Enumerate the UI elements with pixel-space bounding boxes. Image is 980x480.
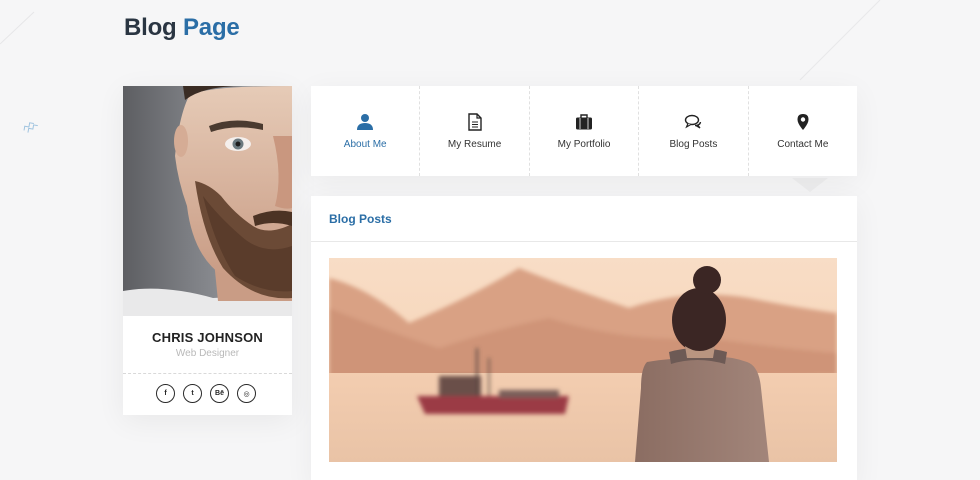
main-nav: About Me My Resume My Portfolio Blog Pos…: [311, 86, 857, 176]
user-icon: [357, 113, 374, 130]
profile-role: Web Designer: [175, 348, 240, 359]
profile-photo: [123, 86, 292, 316]
page-title-word-2: Page: [183, 14, 240, 41]
nav-item-my-portfolio[interactable]: My Portfolio: [530, 86, 640, 176]
page-title-word-1: Blog: [124, 14, 177, 41]
twitter-icon[interactable]: t: [183, 384, 202, 403]
facebook-icon[interactable]: f: [156, 384, 175, 403]
nav-label: Contact Me: [777, 138, 829, 150]
blog-post-image[interactable]: [329, 258, 837, 462]
chat-bubbles-icon: [685, 114, 702, 129]
document-icon: [467, 112, 482, 131]
behance-icon[interactable]: Bē: [210, 384, 229, 403]
panel-header: Blog Posts: [311, 196, 857, 242]
panel-title: Blog Posts: [329, 211, 392, 226]
nav-label: Blog Posts: [669, 138, 718, 150]
location-pin-icon: [797, 113, 809, 130]
nav-item-my-resume[interactable]: My Resume: [420, 86, 530, 176]
nav-label: My Resume: [447, 138, 502, 150]
nav-item-contact-me[interactable]: Contact Me: [749, 86, 857, 176]
dribbble-icon[interactable]: ◎: [237, 384, 256, 403]
profile-divider: [123, 373, 292, 374]
nav-item-blog-posts[interactable]: Blog Posts: [639, 86, 749, 176]
nav-label: My Portfolio: [557, 138, 611, 150]
page-title: Blog Page: [124, 14, 240, 42]
profile-name: CHRIS JOHNSON: [152, 330, 263, 345]
blog-posts-panel: Blog Posts: [311, 196, 857, 480]
briefcase-icon: [576, 113, 593, 129]
social-links: f t Bē ◎: [156, 384, 256, 403]
nav-item-about-me[interactable]: About Me: [311, 86, 421, 176]
profile-card: CHRIS JOHNSON Web Designer f t Bē ◎: [123, 86, 292, 415]
nav-label: About Me: [343, 138, 387, 150]
